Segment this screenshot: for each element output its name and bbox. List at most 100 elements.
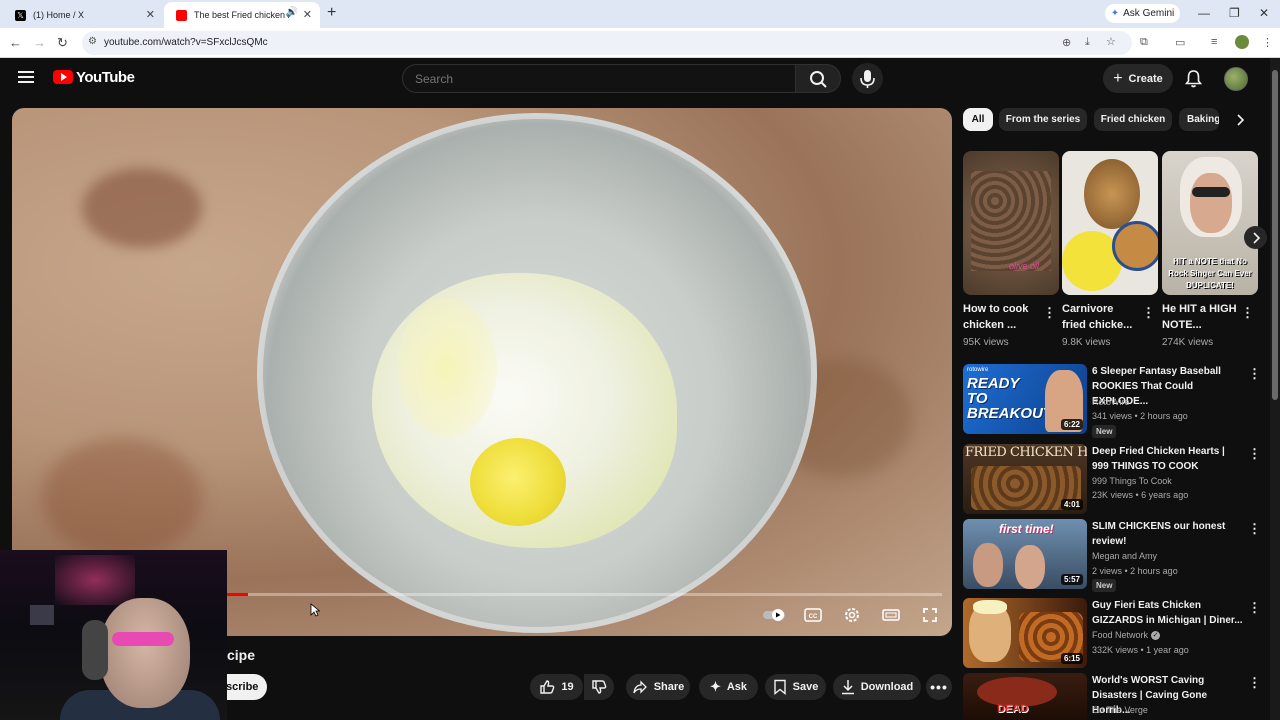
subscribe-button[interactable]: scribe (220, 674, 267, 700)
more-vertical-icon[interactable]: ⋮ (1248, 366, 1261, 382)
search-button[interactable] (795, 64, 841, 93)
chip-fried-chicken[interactable]: Fried chicken (1094, 108, 1172, 131)
browser-tab-strip: 𝕏 (1) Home / X ✕ The best Fried chicken … (0, 0, 1280, 28)
url-text: youtube.com/watch?v=SFxclJcsQMc (104, 37, 268, 48)
captions-button[interactable]: CC (801, 603, 825, 627)
chip-from-the-series[interactable]: From the series (999, 108, 1087, 131)
video-thumbnail[interactable]: rotowire READY TO BREAKOUT 6:22 (963, 364, 1087, 434)
short-thumbnail[interactable]: HIT a NOTE that No Rock Singer Can Ever … (1162, 151, 1258, 295)
cast-icon[interactable]: ▭ (1175, 36, 1185, 49)
download-icon (841, 680, 854, 695)
forward-icon[interactable]: → (33, 35, 46, 50)
tab-title: (1) Home / X (33, 10, 85, 20)
ask-gemini-button[interactable]: ✦ Ask Gemini (1105, 4, 1180, 23)
reload-icon[interactable]: ↻ (57, 35, 68, 51)
fullscreen-button[interactable] (918, 603, 942, 627)
channel-name[interactable]: RotoWire (1092, 397, 1130, 407)
more-vertical-icon[interactable]: ⋮ (1248, 521, 1261, 537)
media-control-icon[interactable]: ≡ (1211, 36, 1217, 48)
minimize-window-icon[interactable]: — (1198, 6, 1210, 20)
hamburger-menu-icon[interactable] (18, 70, 34, 84)
share-icon (633, 680, 647, 694)
chip-baking[interactable]: Baking (1179, 108, 1219, 131)
notifications-bell-icon[interactable] (1185, 69, 1202, 88)
save-button[interactable]: Save (765, 674, 826, 700)
channel-name[interactable]: Megan and Amy (1092, 551, 1157, 561)
more-vertical-icon[interactable]: ⋮ (1241, 305, 1254, 321)
like-count: 19 (561, 681, 574, 693)
thumb-headline: FRIED CHICKEN HEARTS (965, 445, 1087, 460)
short-title[interactable]: Carnivore fried chicke... (1062, 301, 1140, 333)
create-button[interactable]: + Create (1103, 64, 1173, 93)
download-button[interactable]: Download (833, 674, 921, 700)
more-vertical-icon[interactable]: ⋮ (1248, 446, 1261, 462)
page-scrollbar[interactable] (1270, 58, 1280, 720)
more-vertical-icon[interactable]: ⋮ (1043, 305, 1056, 321)
autoplay-toggle[interactable] (762, 603, 786, 627)
settings-button[interactable] (840, 603, 864, 627)
shorts-next-button[interactable] (1244, 226, 1267, 249)
install-icon[interactable]: ⤓ (1085, 36, 1090, 49)
back-icon[interactable]: ← (9, 35, 22, 50)
webcam-overlay (0, 550, 227, 720)
short-thumbnail[interactable]: olive oil (963, 151, 1059, 295)
zoom-icon[interactable]: ⊕ (1062, 36, 1071, 49)
short-thumb-text: olive oil (1009, 261, 1040, 271)
like-button[interactable]: 19 (530, 674, 583, 700)
more-actions-button[interactable]: ••• (926, 674, 952, 700)
video-thumbnail[interactable]: DEAD (963, 673, 1087, 720)
maximize-window-icon[interactable]: ❐ (1229, 6, 1240, 20)
site-info-icon[interactable]: ⚙ (88, 36, 97, 47)
close-window-icon[interactable]: ✕ (1259, 6, 1269, 20)
chip-all[interactable]: All (963, 108, 993, 131)
host-hair (973, 600, 1007, 614)
short-title[interactable]: He HIT a HIGH NOTE... (1162, 301, 1240, 333)
video-thumbnail[interactable]: FRIED CHICKEN HEARTS 4:01 (963, 444, 1087, 514)
profile-avatar[interactable] (1235, 35, 1249, 49)
person-photo (1015, 545, 1045, 589)
close-tab-icon[interactable]: ✕ (303, 8, 312, 21)
dislike-button[interactable] (584, 674, 614, 700)
video-thumbnail[interactable]: first time! 5:57 (963, 519, 1087, 589)
channel-name[interactable]: Food Network (1092, 630, 1148, 640)
chrome-menu-icon[interactable]: ⋮ (1262, 36, 1273, 49)
browser-tab-x[interactable]: 𝕏 (1) Home / X ✕ (3, 2, 163, 28)
address-bar[interactable]: ⚙ youtube.com/watch?v=SFxclJcsQMc ⊕ ⤓ ☆ (82, 31, 1132, 55)
more-vertical-icon[interactable]: ⋮ (1248, 600, 1261, 616)
chevron-right-icon (1237, 113, 1245, 126)
scrollbar-thumb[interactable] (1272, 70, 1278, 400)
more-vertical-icon[interactable]: ⋮ (1142, 305, 1155, 321)
speaker-icon[interactable]: 🔊 (286, 7, 298, 18)
search-input[interactable] (402, 64, 796, 93)
video-progress-bar[interactable] (227, 593, 942, 596)
channel-name[interactable]: 999 Things To Cook (1092, 476, 1172, 486)
chips-next-button[interactable] (1228, 108, 1252, 131)
theater-mode-button[interactable] (879, 603, 903, 627)
channel-row: Food Network ✓ (1092, 630, 1161, 640)
bookmark-star-icon[interactable]: ☆ (1106, 35, 1116, 48)
more-vertical-icon[interactable]: ⋮ (1248, 675, 1261, 691)
youtube-header: YouTube + Create (0, 58, 1270, 100)
extensions-icon[interactable]: ⧉ (1140, 36, 1148, 49)
gear-icon (845, 608, 859, 622)
new-tab-button[interactable]: + (327, 4, 336, 22)
youtube-logo-icon[interactable] (53, 70, 73, 84)
video-title-link[interactable]: SLIM CHICKENS our honest review! (1092, 519, 1244, 549)
video-title-link[interactable]: Deep Fried Chicken Hearts | 999 THINGS T… (1092, 444, 1244, 474)
youtube-logo-text[interactable]: YouTube (76, 69, 135, 86)
video-title-link[interactable]: Guy Fieri Eats Chicken GIZZARDS in Michi… (1092, 598, 1244, 628)
browser-tab-youtube[interactable]: The best Fried chicken hea 🔊 ✕ (164, 2, 320, 28)
short-thumbnail[interactable] (1062, 151, 1158, 295)
close-tab-icon[interactable]: ✕ (146, 8, 155, 21)
ask-button[interactable]: ✦ Ask (699, 674, 758, 700)
share-button[interactable]: Share (626, 674, 690, 700)
channel-name[interactable]: On The Verge (1092, 705, 1148, 715)
short-title[interactable]: How to cook chicken ... (963, 301, 1041, 333)
video-thumbnail[interactable]: 6:15 (963, 598, 1087, 668)
thumb-headline: first time! (999, 522, 1054, 536)
voice-search-button[interactable] (852, 63, 883, 94)
tab-title: The best Fried chicken hea (194, 10, 290, 20)
account-avatar[interactable] (1224, 67, 1248, 91)
short-thumb-text: HIT a NOTE that No Rock Singer Can Ever … (1168, 257, 1252, 290)
video-progress-fill (227, 593, 249, 596)
